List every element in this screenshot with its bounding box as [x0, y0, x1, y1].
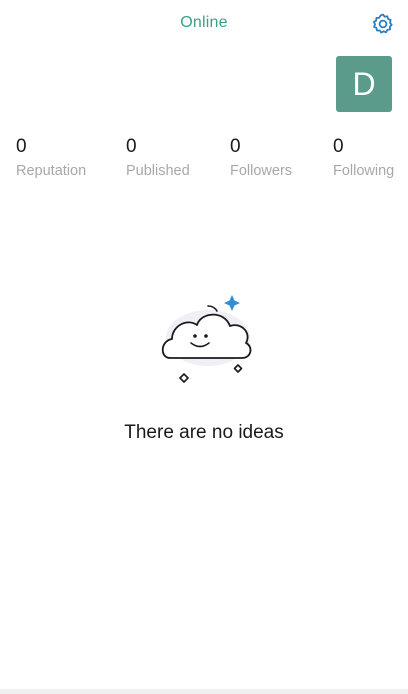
profile-stats: 0 Reputation 0 Published 0 Followers 0 F… [16, 136, 408, 186]
stat-value: 0 [333, 136, 344, 157]
avatar[interactable]: D [336, 56, 392, 112]
stat-value: 0 [126, 136, 137, 157]
settings-button[interactable] [370, 11, 396, 37]
stat-published[interactable]: 0 Published [126, 136, 190, 180]
avatar-letter: D [352, 65, 376, 102]
bottom-bar [0, 689, 408, 694]
stat-label: Followers [230, 163, 293, 179]
smiling-cloud-icon [161, 295, 252, 383]
empty-state-message: There are no ideas [124, 422, 284, 443]
stat-value: 0 [230, 136, 241, 157]
status-text: Online [180, 14, 228, 31]
stat-following[interactable]: 0 Following [333, 136, 394, 180]
stat-reputation[interactable]: 0 Reputation [16, 136, 86, 180]
stat-label: Published [126, 163, 190, 179]
stat-label: Reputation [16, 163, 87, 179]
stat-followers[interactable]: 0 Followers [230, 136, 292, 180]
stat-label: Following [333, 163, 395, 179]
gear-icon [372, 13, 393, 34]
stat-value: 0 [16, 136, 27, 157]
